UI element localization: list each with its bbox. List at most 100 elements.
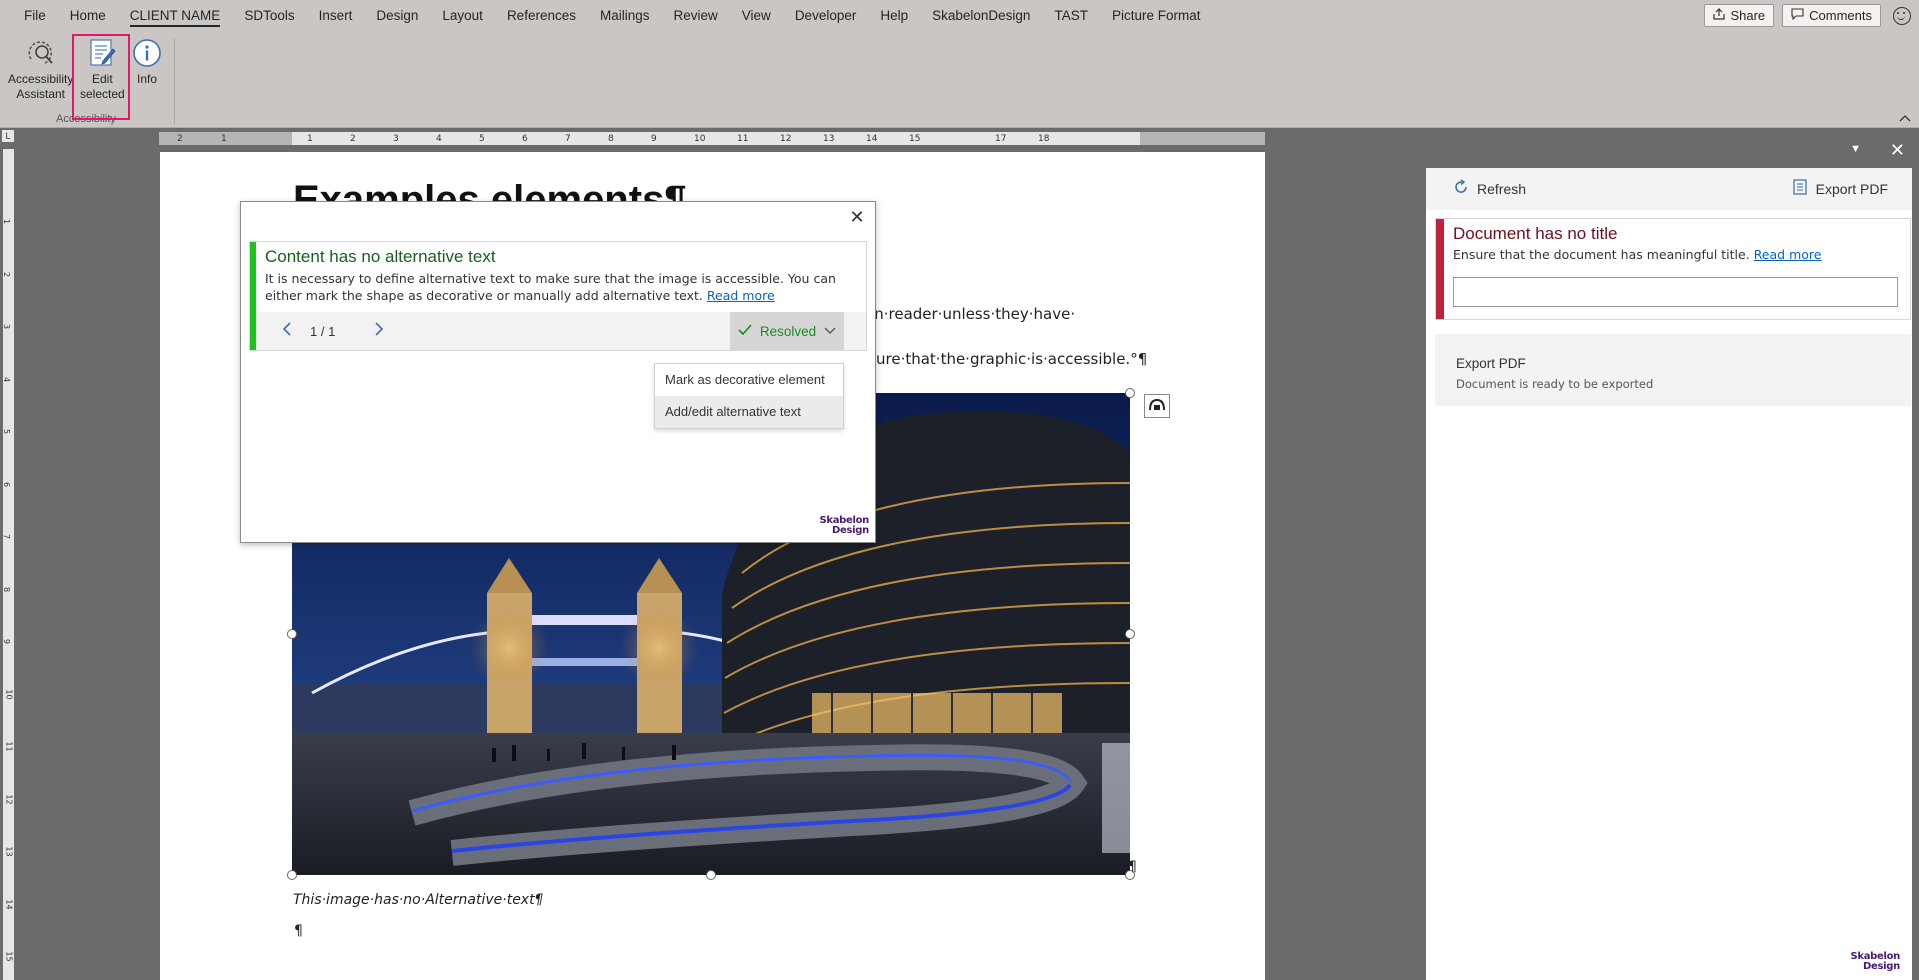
chevron-down-icon <box>824 324 836 338</box>
title-read-more-link[interactable]: Read more <box>1754 247 1822 262</box>
issue-description: It is necessary to define alternative te… <box>265 270 855 304</box>
menu-tab-client-name[interactable]: CLIENT NAME <box>118 0 233 32</box>
ruler-tick-label: 8 <box>608 134 614 144</box>
ruler-tick-label: 2 <box>177 134 183 144</box>
collapse-ribbon-icon[interactable] <box>1899 114 1911 125</box>
menu-tab-sdtools[interactable]: SDTools <box>232 0 306 32</box>
vertical-ruler-tick-label: 3 <box>2 323 12 330</box>
resize-handle-top-right[interactable] <box>1125 388 1135 398</box>
menu-tab-references[interactable]: References <box>495 0 588 32</box>
read-more-link[interactable]: Read more <box>707 288 775 303</box>
resize-handle-bottom-left[interactable] <box>287 870 297 880</box>
ruler-tick-label: 4 <box>436 134 442 144</box>
menu-tab-mailings[interactable]: Mailings <box>588 0 662 32</box>
vertical-ruler-tick-label: 4 <box>2 376 12 382</box>
ruler-tick-label: 10 <box>694 134 706 144</box>
document-text-line-2[interactable]: ure·that·the·graphic·is·accessible.°¶ <box>876 350 1147 368</box>
export-pdf-status: Document is ready to be exported <box>1456 377 1654 391</box>
vertical-ruler[interactable]: 1 2 3 4 5 6 7 8 9 10 11 12 13 14 15 <box>0 149 16 980</box>
ruler-tick-label: 12 <box>780 134 792 144</box>
pane-toolbar: Refresh Export PDF <box>1426 168 1912 210</box>
vertical-ruler-tick-label: 5 <box>2 428 12 435</box>
menu-tab-developer[interactable]: Developer <box>783 0 869 32</box>
document-text-line-1[interactable]: en·reader·unless·they·have· <box>865 305 1075 323</box>
refresh-icon <box>1453 179 1469 198</box>
ruler-tick-label: 1 <box>221 134 227 144</box>
menu-tab-view[interactable]: View <box>730 0 783 32</box>
info-button[interactable]: Info <box>130 36 164 87</box>
menu-item-add-alt-text[interactable]: Add/edit alternative text <box>655 396 843 428</box>
vertical-ruler-tick-label: 7 <box>2 533 12 540</box>
ruler-tick-label: 6 <box>522 134 528 144</box>
ruler-tick-label: 3 <box>393 134 399 144</box>
ruler-tick-label: 15 <box>909 134 921 144</box>
menu-tab-help[interactable]: Help <box>868 0 920 32</box>
menu-tab-skabelondesign[interactable]: SkabelonDesign <box>920 0 1042 32</box>
comment-icon <box>1791 8 1804 23</box>
share-button[interactable]: Share <box>1704 4 1775 27</box>
issue-counter: 1 / 1 <box>310 324 336 339</box>
info-label: Info <box>136 72 157 86</box>
share-icon <box>1713 8 1726 23</box>
title-issue-description: Ensure that the document has meaningful … <box>1453 247 1821 262</box>
vertical-ruler-tick-label: 9 <box>2 638 12 645</box>
resolved-label: Resolved <box>759 323 817 339</box>
comments-button[interactable]: Comments <box>1782 4 1881 27</box>
close-icon[interactable]: ✕ <box>847 207 867 227</box>
pane-logo-line-2: Design <box>1863 961 1900 972</box>
previous-issue-icon[interactable] <box>282 321 292 342</box>
menu-tab-picture-format[interactable]: Picture Format <box>1100 0 1213 32</box>
checkmark-icon <box>738 323 752 339</box>
vertical-ruler-tick-label: 13 <box>4 846 14 857</box>
ruler-tick-label: 18 <box>1038 134 1050 144</box>
pane-options-icon[interactable]: ▼ <box>1850 143 1861 155</box>
export-pdf-card[interactable]: Export PDF Document is ready to be expor… <box>1435 334 1911 406</box>
menu-tabs: File Home CLIENT NAME SDTools Insert Design La… <box>12 0 1212 32</box>
ruler-tick-label: 14 <box>866 134 878 144</box>
next-issue-icon[interactable] <box>374 321 384 342</box>
edit-selected-highlight <box>72 34 130 120</box>
export-pdf-button[interactable]: Export PDF <box>1792 179 1888 198</box>
export-pdf-heading: Export PDF <box>1456 356 1526 371</box>
image-caption[interactable]: This·image·has·no·Alternative·text¶ <box>293 892 544 908</box>
resolved-dropdown-button[interactable]: Resolved <box>730 312 844 350</box>
menu-tab-layout[interactable]: Layout <box>430 0 495 32</box>
accessibility-assistant-button[interactable]: Accessibility Assistant <box>8 36 73 102</box>
resize-handle-middle-left[interactable] <box>287 629 297 639</box>
menu-tab-insert[interactable]: Insert <box>307 0 365 32</box>
menu-tab-home[interactable]: Home <box>58 0 118 32</box>
horizontal-ruler[interactable]: L 2 1 1 2 3 4 5 6 7 8 9 10 11 12 13 14 15 17 18 <box>0 128 1425 149</box>
refresh-button[interactable]: Refresh <box>1453 179 1526 198</box>
image-paragraph-mark: ¶ <box>1128 859 1137 875</box>
vertical-ruler-tick-label: 10 <box>4 688 14 700</box>
vertical-ruler-tick-label: 8 <box>2 586 12 592</box>
ribbon-separator <box>174 38 175 124</box>
vertical-ruler-tick-label: 2 <box>2 271 12 277</box>
feedback-smiley-icon[interactable] <box>1893 6 1911 25</box>
accessibility-task-pane: Refresh Export PDF Document has no title… <box>1426 168 1912 980</box>
layout-options-button[interactable] <box>1144 394 1170 418</box>
menu-bar: File Home CLIENT NAME SDTools Insert Design La… <box>0 0 1919 32</box>
resize-handle-middle-right[interactable] <box>1125 629 1135 639</box>
refresh-label: Refresh <box>1477 180 1527 197</box>
resize-handle-bottom-middle[interactable] <box>706 870 716 880</box>
menu-tab-file[interactable]: File <box>12 0 58 32</box>
pane-close-icon[interactable]: ✕ <box>1890 140 1905 161</box>
pdf-icon <box>1792 179 1808 198</box>
menubar-actions: Share Comments <box>1704 4 1911 27</box>
title-issue-heading: Document has no title <box>1453 224 1618 243</box>
task-pane-header: ▼ ✕ <box>1425 138 1919 168</box>
info-icon <box>130 36 164 70</box>
accessibility-assistant-label-1: Accessibility <box>8 72 74 86</box>
vertical-ruler-tick-label: 12 <box>4 793 14 805</box>
tab-selector-icon[interactable]: L <box>2 130 14 142</box>
menu-tab-review[interactable]: Review <box>662 0 730 32</box>
menu-item-mark-decorative[interactable]: Mark as decorative element <box>655 364 843 396</box>
accessibility-assistant-label-2: Assistant <box>16 87 66 101</box>
ruler-tick-label: 9 <box>651 134 657 144</box>
menu-tab-design[interactable]: Design <box>364 0 430 32</box>
menu-tab-tast[interactable]: TAST <box>1042 0 1100 32</box>
issue-card: Content has no alternative text It is ne… <box>249 241 867 351</box>
document-title-input[interactable] <box>1453 277 1898 307</box>
layout-options-icon <box>1148 398 1166 415</box>
